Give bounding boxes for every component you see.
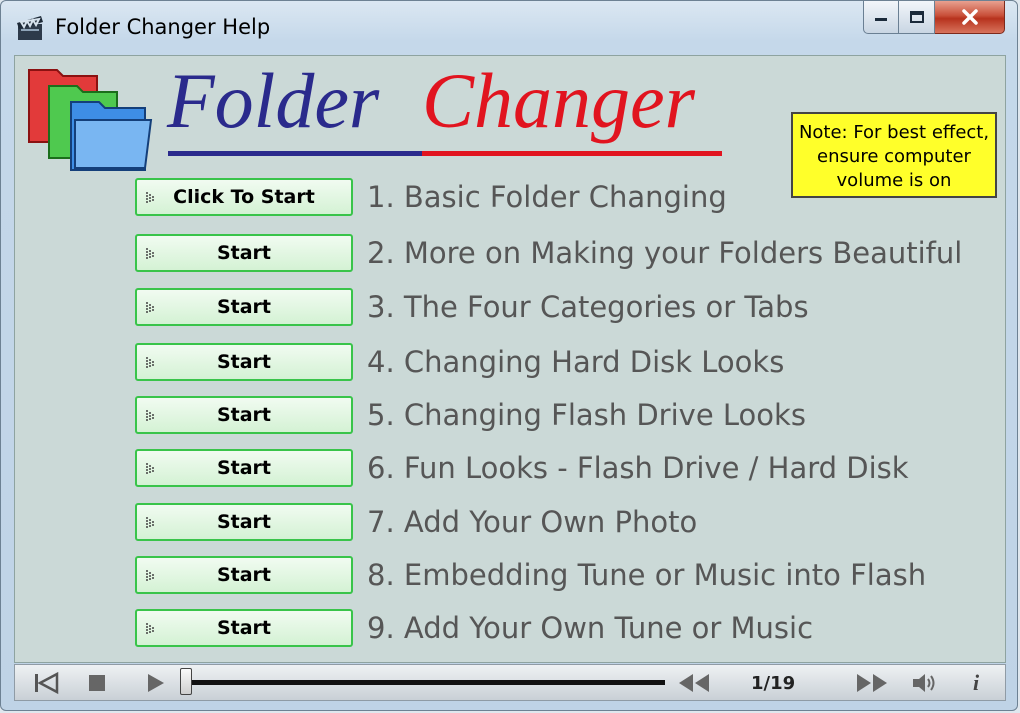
help-window: Folder Changer Help Folder Changer Note:… — [0, 0, 1018, 711]
maximize-icon — [909, 11, 924, 23]
logo-underline-blue — [168, 151, 422, 156]
lesson-title[interactable]: 1. Basic Folder Changing — [367, 180, 727, 214]
folders-icon — [28, 69, 153, 171]
lesson-start-label: Start — [216, 351, 272, 373]
logo-word-changer: Changer — [422, 57, 695, 144]
lesson-title[interactable]: 2. More on Making your Folders Beautiful — [367, 236, 962, 270]
sound-dots-icon — [146, 623, 154, 634]
lesson-start-button[interactable]: Start — [135, 288, 353, 326]
lesson-row: Start 3. The Four Categories or Tabs — [135, 288, 995, 328]
caption-buttons — [863, 1, 1005, 35]
sound-dots-icon — [146, 192, 154, 203]
maximize-button[interactable] — [899, 1, 935, 34]
close-icon — [961, 9, 978, 25]
lesson-start-button[interactable]: Start — [135, 503, 353, 541]
stop-icon[interactable] — [87, 671, 109, 695]
lesson-start-button[interactable]: Start — [135, 556, 353, 594]
progress-thumb[interactable] — [180, 668, 192, 695]
sound-dots-icon — [146, 248, 154, 259]
logo-underline-red — [422, 151, 722, 156]
sound-dots-icon — [146, 410, 154, 421]
lesson-row: Start 6. Fun Looks - Flash Drive / Hard D… — [135, 449, 995, 489]
fast-forward-icon[interactable] — [853, 671, 889, 695]
lesson-title[interactable]: 8. Embedding Tune or Music into Flash — [367, 558, 926, 592]
play-icon[interactable] — [145, 671, 167, 695]
note-line: ensure computer — [817, 146, 971, 167]
lesson-row: Start 4. Changing Hard Disk Looks — [135, 343, 995, 383]
lesson-title[interactable]: 5. Changing Flash Drive Looks — [367, 398, 806, 432]
sound-dots-icon — [146, 570, 154, 581]
sound-dots-icon — [146, 517, 154, 528]
lesson-start-label: Start — [216, 511, 272, 533]
lesson-start-button[interactable]: Start — [135, 234, 353, 272]
lesson-start-button[interactable]: Click To Start — [135, 178, 353, 216]
sound-dots-icon — [146, 302, 154, 313]
playback-bar: 1/19 i — [14, 664, 1006, 701]
lesson-title[interactable]: 4. Changing Hard Disk Looks — [367, 345, 784, 379]
lesson-start-label: Start — [216, 617, 272, 639]
title-bar[interactable]: Folder Changer Help — [1, 1, 1017, 53]
lesson-row: Click To Start 1. Basic Folder Changing — [135, 178, 995, 218]
lesson-start-button[interactable]: Start — [135, 609, 353, 647]
note-line: Note: For best effect, — [798, 122, 990, 143]
lesson-row: Start 7. Add Your Own Photo — [135, 503, 995, 543]
help-content: Folder Changer Note: For best effect, en… — [14, 55, 1006, 663]
lesson-start-label: Start — [216, 242, 272, 264]
lesson-start-button[interactable]: Start — [135, 396, 353, 434]
close-button[interactable] — [935, 1, 1005, 34]
lesson-title[interactable]: 9. Add Your Own Tune or Music — [367, 611, 813, 645]
window-title: Folder Changer Help — [55, 15, 271, 39]
lesson-row: Start 9. Add Your Own Tune or Music — [135, 609, 995, 649]
rewind-icon[interactable] — [677, 671, 713, 695]
clapperboard-icon — [17, 16, 43, 40]
skip-start-icon[interactable] — [33, 671, 59, 695]
lesson-start-label: Start — [216, 404, 272, 426]
progress-track[interactable] — [185, 680, 665, 685]
info-icon[interactable]: i — [973, 670, 979, 696]
lesson-row: Start 8. Embedding Tune or Music into Fla… — [135, 556, 995, 596]
lesson-start-button[interactable]: Start — [135, 449, 353, 487]
speaker-icon[interactable] — [911, 671, 939, 695]
sound-dots-icon — [146, 463, 154, 474]
minimize-button[interactable] — [863, 1, 899, 34]
lesson-start-label: Start — [216, 457, 272, 479]
lesson-start-button[interactable]: Start — [135, 343, 353, 381]
lesson-row: Start 2. More on Making your Folders Beau… — [135, 234, 995, 274]
sound-dots-icon — [146, 357, 154, 368]
minimize-icon — [875, 18, 887, 21]
lesson-title[interactable]: 7. Add Your Own Photo — [367, 505, 697, 539]
lesson-row: Start 5. Changing Flash Drive Looks — [135, 396, 995, 436]
lesson-start-label: Start — [216, 296, 272, 318]
lesson-start-label: Click To Start — [173, 186, 315, 208]
logo-word-folder: Folder — [167, 57, 380, 144]
lesson-title[interactable]: 6. Fun Looks - Flash Drive / Hard Disk — [367, 451, 909, 485]
lesson-title[interactable]: 3. The Four Categories or Tabs — [367, 290, 809, 324]
page-counter: 1/19 — [751, 673, 796, 694]
lesson-start-label: Start — [216, 564, 272, 586]
